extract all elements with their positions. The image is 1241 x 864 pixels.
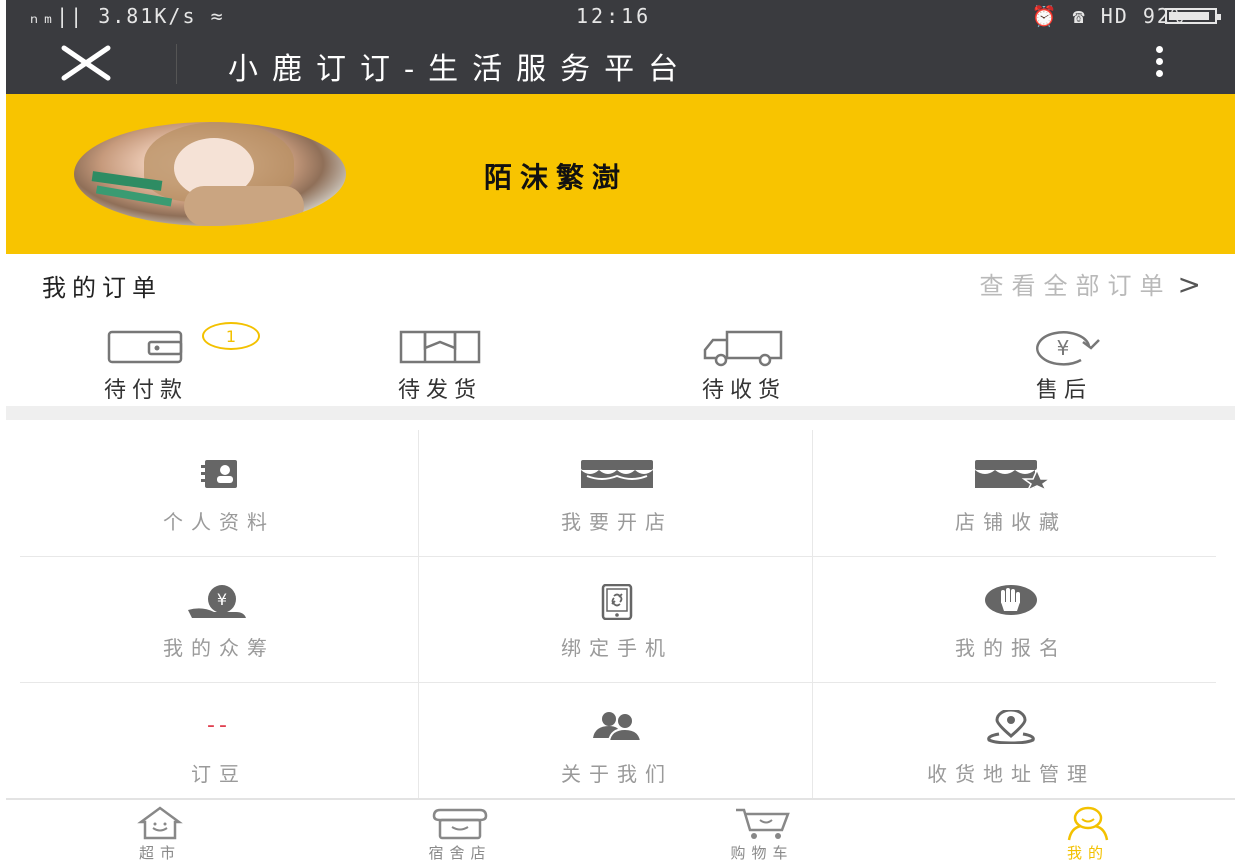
status-label: 待发货 bbox=[397, 378, 482, 403]
status-pending-receipt[interactable]: 待收货 bbox=[644, 314, 844, 406]
more-vertical-icon bbox=[1151, 46, 1167, 77]
dash-glyph: -- bbox=[207, 713, 231, 738]
page-title: 小鹿订订-生活服务平台 bbox=[228, 52, 693, 87]
avatar[interactable] bbox=[74, 122, 346, 226]
bottom-nav: 超市 宿舍店 购物车 我的 bbox=[6, 798, 1235, 864]
users-icon bbox=[593, 712, 643, 742]
feature-dingdou[interactable]: -- 订豆 bbox=[20, 682, 418, 806]
close-icon bbox=[61, 45, 111, 81]
title-separator bbox=[176, 44, 177, 84]
shop-star-icon bbox=[975, 460, 1051, 490]
view-all-orders-label: 查看全部订单 bbox=[979, 272, 1172, 300]
view-all-orders-link[interactable]: 查看全部订单 > bbox=[980, 266, 1201, 301]
more-menu-button[interactable] bbox=[1151, 46, 1167, 82]
nav-cart[interactable]: 购物车 bbox=[682, 800, 842, 864]
refund-yen-icon: ¥ bbox=[1036, 331, 1100, 366]
feature-my-registrations[interactable]: 我的报名 bbox=[812, 556, 1210, 680]
feature-profile[interactable]: 个人资料 bbox=[20, 430, 418, 554]
crowdfund-yen-icon: ¥ bbox=[188, 585, 246, 618]
app-frame: ₙₘ|| 3.81K/s ≈ 12:16 ⏰ ☎ HD 92% 小鹿订订-生活服… bbox=[6, 0, 1235, 864]
pending-payment-badge: 1 bbox=[202, 322, 260, 350]
feature-grid: 个人资料 我要开店 店铺收藏 ¥ 我的众筹 绑定手机 我的报名 -- 订豆 关于… bbox=[20, 430, 1216, 800]
nav-label: 宿舍店 bbox=[428, 844, 492, 862]
nav-label: 我的 bbox=[1066, 844, 1109, 862]
wallet-icon bbox=[107, 330, 183, 364]
profile-banner: 陌沫繁澍 bbox=[6, 94, 1235, 254]
hand-icon bbox=[985, 585, 1037, 615]
feature-bind-phone[interactable]: 绑定手机 bbox=[418, 556, 816, 680]
orders-header: 我的订单 查看全部订单 > bbox=[6, 254, 1235, 315]
nav-dorm-store[interactable]: 宿舍店 bbox=[380, 800, 540, 864]
cart-icon bbox=[736, 808, 790, 839]
phone-link-icon bbox=[601, 584, 633, 620]
network-status: ₙₘ|| 3.81K/s ≈ bbox=[28, 4, 225, 28]
title-bar: 小鹿订订-生活服务平台 bbox=[6, 32, 1235, 94]
status-pending-shipment[interactable]: 待发货 bbox=[340, 314, 540, 406]
section-divider bbox=[6, 406, 1235, 420]
feature-open-shop[interactable]: 我要开店 bbox=[418, 430, 816, 554]
nav-label: 超市 bbox=[138, 844, 181, 862]
yen-glyph: ¥ bbox=[1057, 336, 1070, 360]
user-nickname: 陌沫繁澍 bbox=[484, 161, 629, 194]
user-icon bbox=[1067, 806, 1109, 841]
status-bar: ₙₘ|| 3.81K/s ≈ 12:16 ⏰ ☎ HD 92% bbox=[6, 0, 1235, 32]
dash-icon: -- bbox=[207, 713, 231, 738]
package-icon bbox=[399, 330, 481, 364]
shop-icon bbox=[581, 460, 653, 488]
feature-label: 收货地址管理 bbox=[927, 762, 1095, 786]
feature-label: 我要开店 bbox=[561, 510, 673, 534]
nav-mine[interactable]: 我的 bbox=[1008, 800, 1168, 864]
feature-address-management[interactable]: 收货地址管理 bbox=[812, 682, 1210, 806]
feature-label: 个人资料 bbox=[163, 510, 275, 534]
nav-label: 购物车 bbox=[730, 844, 794, 862]
feature-label: 绑定手机 bbox=[561, 636, 673, 660]
order-status-row: 待付款 1 待发货 待收货 ¥ 售后 bbox=[6, 314, 1235, 406]
feature-label: 我的报名 bbox=[955, 636, 1067, 660]
store-icon bbox=[432, 808, 488, 840]
close-button[interactable] bbox=[58, 42, 114, 84]
location-pin-icon bbox=[987, 710, 1035, 744]
feature-label: 我的众筹 bbox=[163, 636, 275, 660]
system-indicators: ⏰ ☎ HD 92% bbox=[1031, 4, 1185, 28]
feature-label: 店铺收藏 bbox=[955, 510, 1067, 534]
feature-crowdfunding[interactable]: ¥ 我的众筹 bbox=[20, 556, 418, 680]
battery-icon bbox=[1165, 8, 1221, 24]
status-label: 待收货 bbox=[701, 378, 786, 403]
status-label: 售后 bbox=[1035, 378, 1092, 403]
clock: 12:16 bbox=[576, 4, 652, 28]
feature-label: 订豆 bbox=[191, 762, 247, 786]
yen-glyph: ¥ bbox=[217, 590, 227, 609]
feature-shop-favorites[interactable]: 店铺收藏 bbox=[812, 430, 1210, 554]
nav-supermarket[interactable]: 超市 bbox=[80, 800, 240, 864]
status-label: 待付款 bbox=[103, 378, 188, 403]
orders-title: 我的订单 bbox=[42, 274, 162, 302]
profile-card-icon bbox=[201, 460, 237, 488]
truck-icon bbox=[703, 330, 783, 367]
chevron-right-icon: > bbox=[1177, 268, 1201, 301]
home-icon bbox=[137, 806, 183, 840]
feature-about-us[interactable]: 关于我们 bbox=[418, 682, 816, 806]
feature-label: 关于我们 bbox=[561, 762, 673, 786]
status-after-sales[interactable]: ¥ 售后 bbox=[964, 314, 1164, 406]
